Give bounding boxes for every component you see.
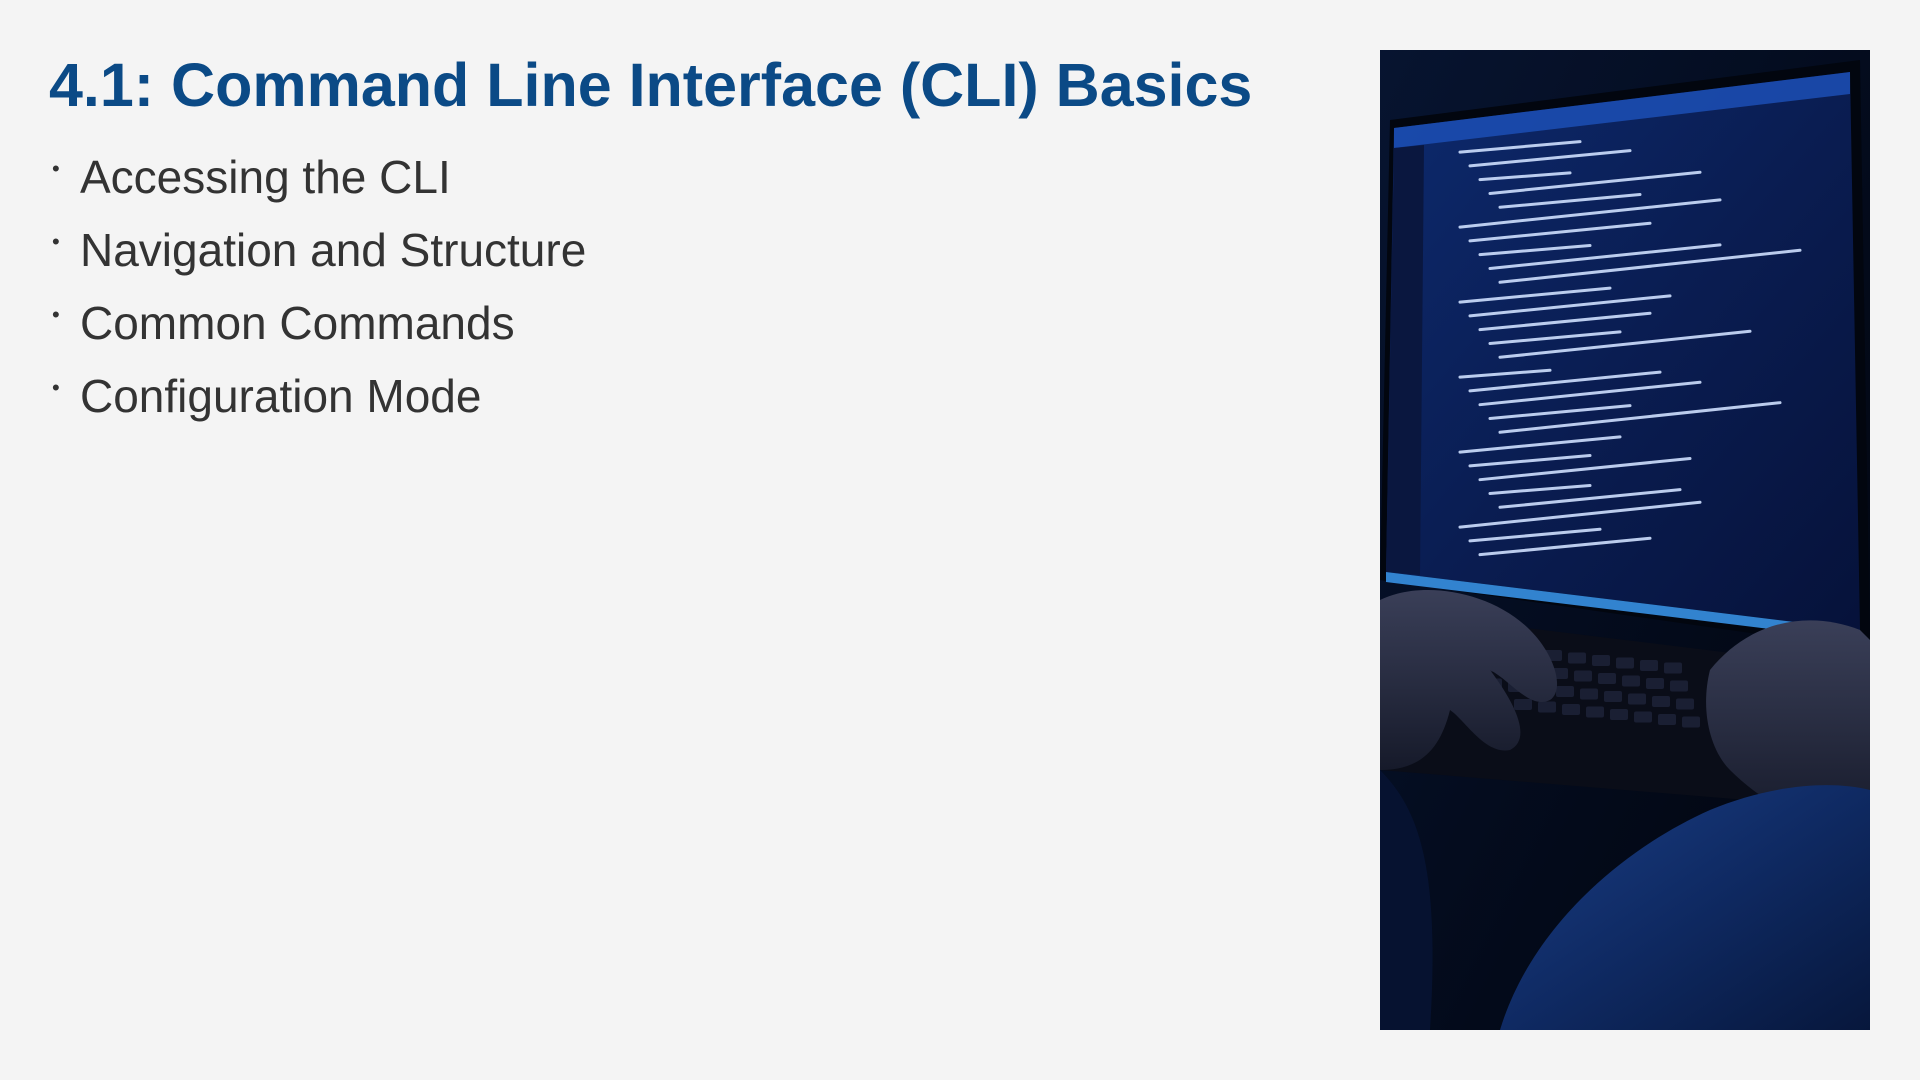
laptop-code-photo <box>1380 50 1870 1030</box>
keyboard-key <box>1682 716 1700 728</box>
keyboard-key <box>1604 691 1622 702</box>
keyboard-key <box>1664 662 1682 674</box>
bullet-item: • Accessing the CLI <box>49 143 586 216</box>
bullet-text: Accessing the CLI <box>80 151 451 203</box>
bullet-icon: • <box>52 302 60 327</box>
bullet-item: • Navigation and Structure <box>49 216 586 289</box>
bullet-item: • Common Commands <box>49 289 586 362</box>
laptop-code-illustration <box>1380 50 1870 1030</box>
bullet-item: • Configuration Mode <box>49 362 586 435</box>
bullet-icon: • <box>52 156 60 181</box>
keyboard-key <box>1556 686 1574 697</box>
keyboard-key <box>1676 698 1694 710</box>
slide-title: 4.1: Command Line Interface (CLI) Basics <box>49 51 1253 119</box>
keyboard-key <box>1670 680 1688 692</box>
bullet-icon: • <box>52 229 60 254</box>
keyboard-key <box>1628 693 1646 705</box>
keyboard-key <box>1610 709 1628 720</box>
keyboard-key <box>1640 660 1658 671</box>
bullet-text: Navigation and Structure <box>80 224 587 276</box>
keyboard-key <box>1586 706 1604 718</box>
bullet-list: • Accessing the CLI • Navigation and Str… <box>49 143 586 435</box>
keyboard-key <box>1538 701 1556 713</box>
bullet-text: Common Commands <box>80 297 515 349</box>
bullet-icon: • <box>52 375 60 400</box>
keyboard-key <box>1562 704 1580 715</box>
keyboard-key <box>1580 688 1598 700</box>
keyboard-key <box>1616 657 1634 669</box>
keyboard-key <box>1574 670 1592 682</box>
keyboard-key <box>1646 678 1664 689</box>
keyboard-key <box>1634 711 1652 723</box>
keyboard-key <box>1652 696 1670 707</box>
keyboard-key <box>1598 673 1616 684</box>
keyboard-key <box>1568 652 1586 664</box>
keyboard-key <box>1592 655 1610 666</box>
keyboard-key <box>1622 675 1640 687</box>
keyboard-key <box>1514 699 1532 710</box>
bullet-text: Configuration Mode <box>80 370 482 422</box>
keyboard-key <box>1658 714 1676 725</box>
slide: 4.1: Command Line Interface (CLI) Basics… <box>0 0 1920 1080</box>
